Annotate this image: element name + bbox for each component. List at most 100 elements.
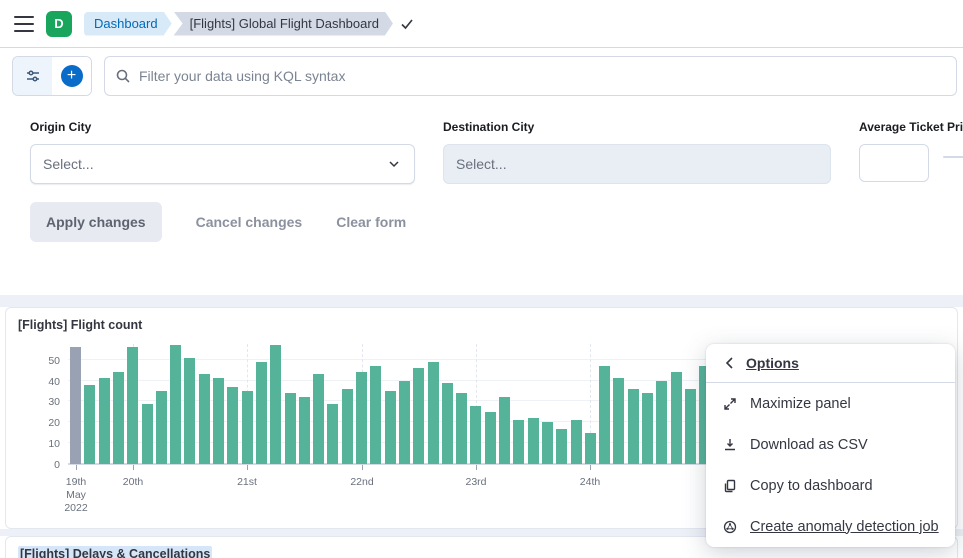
x-tick <box>476 465 477 470</box>
search-input[interactable] <box>139 68 946 84</box>
flight-count-bar[interactable] <box>70 347 81 464</box>
flight-count-bar[interactable] <box>685 389 696 464</box>
flight-count-bar[interactable] <box>542 422 553 464</box>
flight-count-bar[interactable] <box>285 393 296 464</box>
flight-count-bar[interactable] <box>299 397 310 464</box>
y-axis-label: 40 <box>20 376 60 388</box>
x-axis-label: 20th <box>123 476 143 489</box>
flight-count-bar[interactable] <box>242 391 253 464</box>
y-axis-label: 0 <box>20 459 60 471</box>
price-min-input[interactable] <box>859 144 929 182</box>
flight-count-bar[interactable] <box>599 366 610 464</box>
menu-item-label: Copy to dashboard <box>750 478 873 494</box>
flight-count-bar[interactable] <box>142 404 153 465</box>
flight-count-bar[interactable] <box>356 372 367 464</box>
panel-gap <box>0 295 963 307</box>
flight-count-bar[interactable] <box>385 391 396 464</box>
options-back-button[interactable]: Options <box>706 344 955 383</box>
y-axis-label: 30 <box>20 396 60 408</box>
menu-item-label: Maximize panel <box>750 396 851 412</box>
flight-count-bar[interactable] <box>370 366 381 464</box>
delays-panel-title-text: [Flights] Delays & Cancellations <box>18 546 212 558</box>
cancel-changes-button[interactable]: Cancel changes <box>196 214 303 230</box>
flight-count-bar[interactable] <box>485 412 496 464</box>
x-axis-label: 22nd <box>350 476 373 489</box>
flight-count-bar[interactable] <box>184 358 195 464</box>
menu-item-maximize-panel[interactable]: Maximize panel <box>706 383 955 424</box>
flight-count-bar[interactable] <box>642 393 653 464</box>
flight-count-bar[interactable] <box>413 368 424 464</box>
filters-button[interactable] <box>13 57 52 95</box>
flight-count-bar[interactable] <box>499 397 510 464</box>
flight-count-bar[interactable] <box>513 420 524 464</box>
flight-count-bar[interactable] <box>327 404 338 465</box>
flight-count-bar[interactable] <box>84 385 95 464</box>
x-tick <box>590 465 591 470</box>
x-tick <box>247 465 248 470</box>
menu-icon[interactable] <box>14 16 34 32</box>
menu-item-label: Download as CSV <box>750 437 868 453</box>
flight-count-bar[interactable] <box>671 372 682 464</box>
flight-count-bar[interactable] <box>170 345 181 464</box>
flight-count-bar[interactable] <box>613 378 624 464</box>
menu-item-download-csv[interactable]: Download as CSV <box>706 424 955 465</box>
x-axis-label: 23rd <box>465 476 486 489</box>
flight-count-bar[interactable] <box>213 378 224 464</box>
flight-count-bar[interactable] <box>571 420 582 464</box>
y-axis-label: 10 <box>20 438 60 450</box>
flight-count-bar[interactable] <box>428 362 439 464</box>
chevron-left-icon <box>722 355 738 371</box>
breadcrumb: Dashboard [Flights] Global Flight Dashbo… <box>84 12 415 36</box>
ml-icon <box>722 519 738 535</box>
flight-count-bar[interactable] <box>556 429 567 464</box>
flight-count-bar[interactable] <box>256 362 267 464</box>
chevron-down-icon <box>386 156 402 172</box>
destination-city-select[interactable]: Select... <box>443 144 831 184</box>
x-tick <box>133 465 134 470</box>
panel-options-popover: Options Maximize panel Download as CSV C… <box>706 344 955 547</box>
kql-search-bar[interactable] <box>104 56 957 96</box>
flight-count-bar[interactable] <box>127 347 138 464</box>
x-axis-label: 21st <box>237 476 257 489</box>
flight-count-bar[interactable] <box>456 393 467 464</box>
clear-form-button[interactable]: Clear form <box>336 214 406 230</box>
breadcrumb-dashboard[interactable]: Dashboard <box>84 12 172 36</box>
y-axis-label: 50 <box>20 355 60 367</box>
price-range-slider[interactable] <box>943 144 963 158</box>
space-avatar[interactable]: D <box>46 11 72 37</box>
copy-icon <box>722 478 738 494</box>
origin-city-label: Origin City <box>30 120 415 134</box>
flight-count-title[interactable]: [Flights] Flight count <box>6 308 957 332</box>
flight-count-bar[interactable] <box>313 374 324 464</box>
search-icon <box>115 68 131 84</box>
flight-count-bar[interactable] <box>270 345 281 464</box>
filter-control-group: + <box>12 56 92 96</box>
flight-count-bar[interactable] <box>199 374 210 464</box>
flight-count-bar[interactable] <box>585 433 596 464</box>
destination-city-label: Destination City <box>443 120 831 134</box>
add-control-button[interactable]: + <box>52 57 91 95</box>
flight-count-bar[interactable] <box>399 381 410 464</box>
check-icon[interactable] <box>399 16 415 32</box>
menu-item-create-anomaly-job[interactable]: Create anomaly detection job <box>706 506 955 547</box>
flight-count-bar[interactable] <box>442 383 453 464</box>
flight-count-bar[interactable] <box>470 406 481 464</box>
flight-count-bar[interactable] <box>227 387 238 464</box>
origin-city-select[interactable]: Select... <box>30 144 415 184</box>
flight-count-bar[interactable] <box>156 391 167 464</box>
flight-count-bar[interactable] <box>113 372 124 464</box>
menu-item-copy-to-dashboard[interactable]: Copy to dashboard <box>706 465 955 506</box>
flight-count-bar[interactable] <box>99 378 110 464</box>
x-tick <box>76 465 77 470</box>
x-axis-label: 24th <box>580 476 600 489</box>
flight-count-bar[interactable] <box>528 418 539 464</box>
x-tick <box>362 465 363 470</box>
origin-city-placeholder: Select... <box>43 156 94 172</box>
top-header: D Dashboard [Flights] Global Flight Dash… <box>0 0 963 48</box>
destination-city-placeholder: Select... <box>456 156 507 172</box>
flight-count-bar[interactable] <box>342 389 353 464</box>
apply-changes-button[interactable]: Apply changes <box>30 202 162 242</box>
flight-count-bar[interactable] <box>628 389 639 464</box>
flight-count-bar[interactable] <box>656 381 667 464</box>
breadcrumb-current[interactable]: [Flights] Global Flight Dashboard <box>174 12 393 36</box>
